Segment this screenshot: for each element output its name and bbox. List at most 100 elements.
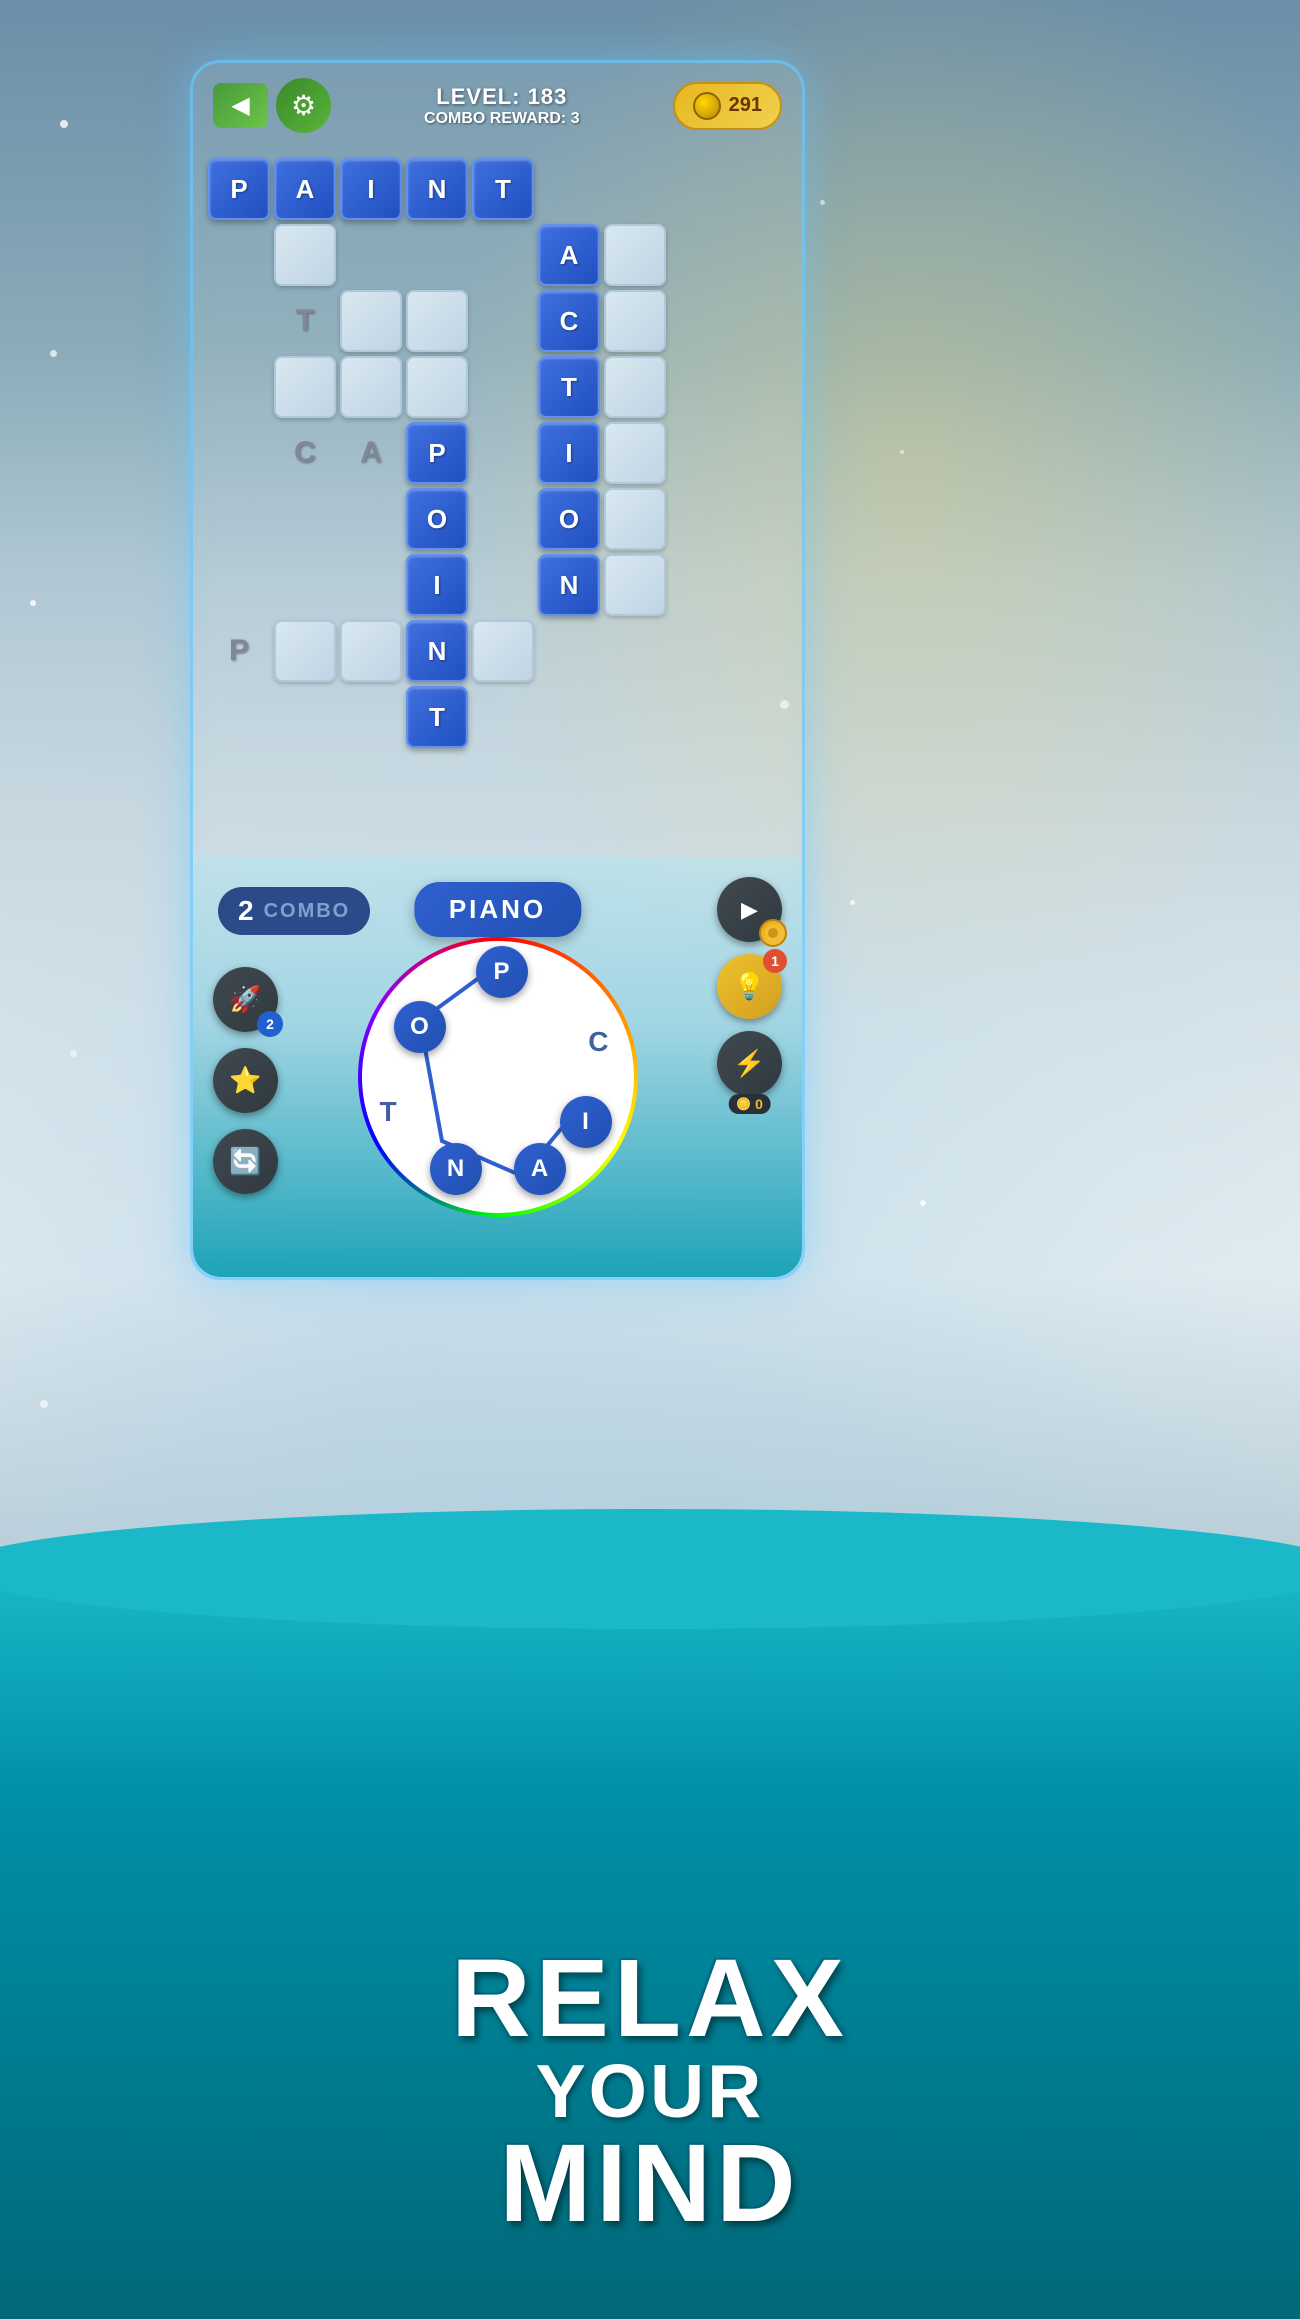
cell-empty [736, 158, 798, 220]
cell-empty [604, 686, 666, 748]
cell-empty [670, 356, 732, 418]
cell-white [604, 224, 666, 286]
combo-badge: 2 COMBO [218, 887, 370, 935]
cell-empty [736, 224, 798, 286]
back-button[interactable] [213, 83, 268, 128]
wheel-letter-I[interactable]: I [560, 1096, 612, 1148]
cell-I2: I [538, 422, 600, 484]
level-label: LEVEL: 183 [331, 84, 673, 110]
lightning-button[interactable]: 0 [717, 1031, 782, 1096]
combo-number: 2 [238, 895, 254, 927]
left-buttons: 2 [213, 967, 278, 1194]
cell-empty [604, 620, 666, 682]
cell-white [340, 620, 402, 682]
hint-badge: 1 [763, 949, 787, 973]
cell-P-gray: P [208, 620, 270, 682]
tagline-mind: MIND [0, 2129, 1300, 2239]
snow-dot [850, 900, 855, 905]
cell-empty [538, 158, 600, 220]
snow-dot [60, 120, 68, 128]
rocket-button[interactable]: 2 [213, 967, 278, 1032]
cell-empty [208, 422, 270, 484]
cell-white [274, 356, 336, 418]
tagline-your: YOUR [0, 2054, 1300, 2129]
cell-empty [208, 290, 270, 352]
coin-badge: 291 [673, 82, 782, 130]
video-button[interactable] [717, 877, 782, 942]
cell-O1: O [406, 488, 468, 550]
cell-white [604, 422, 666, 484]
wheel-letter-O[interactable]: O [394, 1001, 446, 1053]
cell-empty [670, 224, 732, 286]
cell-empty [670, 290, 732, 352]
cell-white [604, 290, 666, 352]
settings-button[interactable] [276, 78, 331, 133]
wheel-letter-P[interactable]: P [476, 946, 528, 998]
cell-A1: A [274, 158, 336, 220]
wheel-letter-C[interactable]: C [588, 1026, 608, 1058]
cell-N1: N [406, 158, 468, 220]
snow-dot [40, 1400, 48, 1408]
cell-white [274, 224, 336, 286]
cell-empty [736, 554, 798, 616]
cell-T2: T [538, 356, 600, 418]
cell-empty [472, 290, 534, 352]
cell-empty [274, 686, 336, 748]
game-screen: LEVEL: 183 COMBO REWARD: 3 291 P A I N T [95, 30, 710, 1250]
snow-dot [30, 600, 36, 606]
cell-N3: N [406, 620, 468, 682]
cell-I1: I [340, 158, 402, 220]
cell-white [472, 620, 534, 682]
cell-empty [538, 686, 600, 748]
cell-empty [472, 554, 534, 616]
cell-white [604, 356, 666, 418]
cell-white [406, 356, 468, 418]
crossword-grid: P A I N T A T [208, 158, 787, 880]
cell-empty [472, 422, 534, 484]
letter-wheel[interactable]: P O C T I N A [358, 937, 638, 1217]
cell-white [340, 356, 402, 418]
cell-empty [472, 356, 534, 418]
cell-empty [472, 224, 534, 286]
cell-empty [670, 554, 732, 616]
hint-button[interactable]: 1 [717, 954, 782, 1019]
bottom-area: 2 COMBO PIANO 1 [193, 857, 802, 1277]
cell-empty [736, 422, 798, 484]
right-buttons: 1 0 [717, 877, 782, 1096]
cell-P1: P [208, 158, 270, 220]
cell-empty [670, 422, 732, 484]
cell-empty [274, 554, 336, 616]
cell-empty [340, 224, 402, 286]
cell-empty [340, 488, 402, 550]
wheel-letter-A[interactable]: A [514, 1143, 566, 1195]
word-display: PIANO [414, 882, 581, 937]
wheel-letter-N[interactable]: N [430, 1143, 482, 1195]
cell-empty [670, 620, 732, 682]
lightning-count: 0 [755, 1096, 763, 1112]
cell-empty [670, 488, 732, 550]
cell-empty [208, 488, 270, 550]
cell-white [604, 554, 666, 616]
snow-dot [820, 200, 825, 205]
cell-empty [340, 554, 402, 616]
star-button[interactable] [213, 1048, 278, 1113]
film-coins-icon [759, 919, 787, 947]
cell-empty [208, 356, 270, 418]
snow-dot [900, 450, 904, 454]
combo-label: COMBO [264, 900, 351, 923]
cell-A2: A [538, 224, 600, 286]
wheel-container: P O C T I N A [358, 937, 638, 1217]
cell-empty [472, 686, 534, 748]
cell-empty [208, 554, 270, 616]
cell-white [340, 290, 402, 352]
refresh-button[interactable] [213, 1129, 278, 1194]
cell-T3: T [406, 686, 468, 748]
cell-empty [538, 620, 600, 682]
cell-white [604, 488, 666, 550]
cell-C-gray: C [274, 422, 336, 484]
phone-frame: LEVEL: 183 COMBO REWARD: 3 291 P A I N T [190, 60, 805, 1280]
wheel-letter-T[interactable]: T [380, 1096, 397, 1128]
cell-empty [670, 158, 732, 220]
cell-empty [208, 686, 270, 748]
level-info: LEVEL: 183 COMBO REWARD: 3 [331, 84, 673, 128]
